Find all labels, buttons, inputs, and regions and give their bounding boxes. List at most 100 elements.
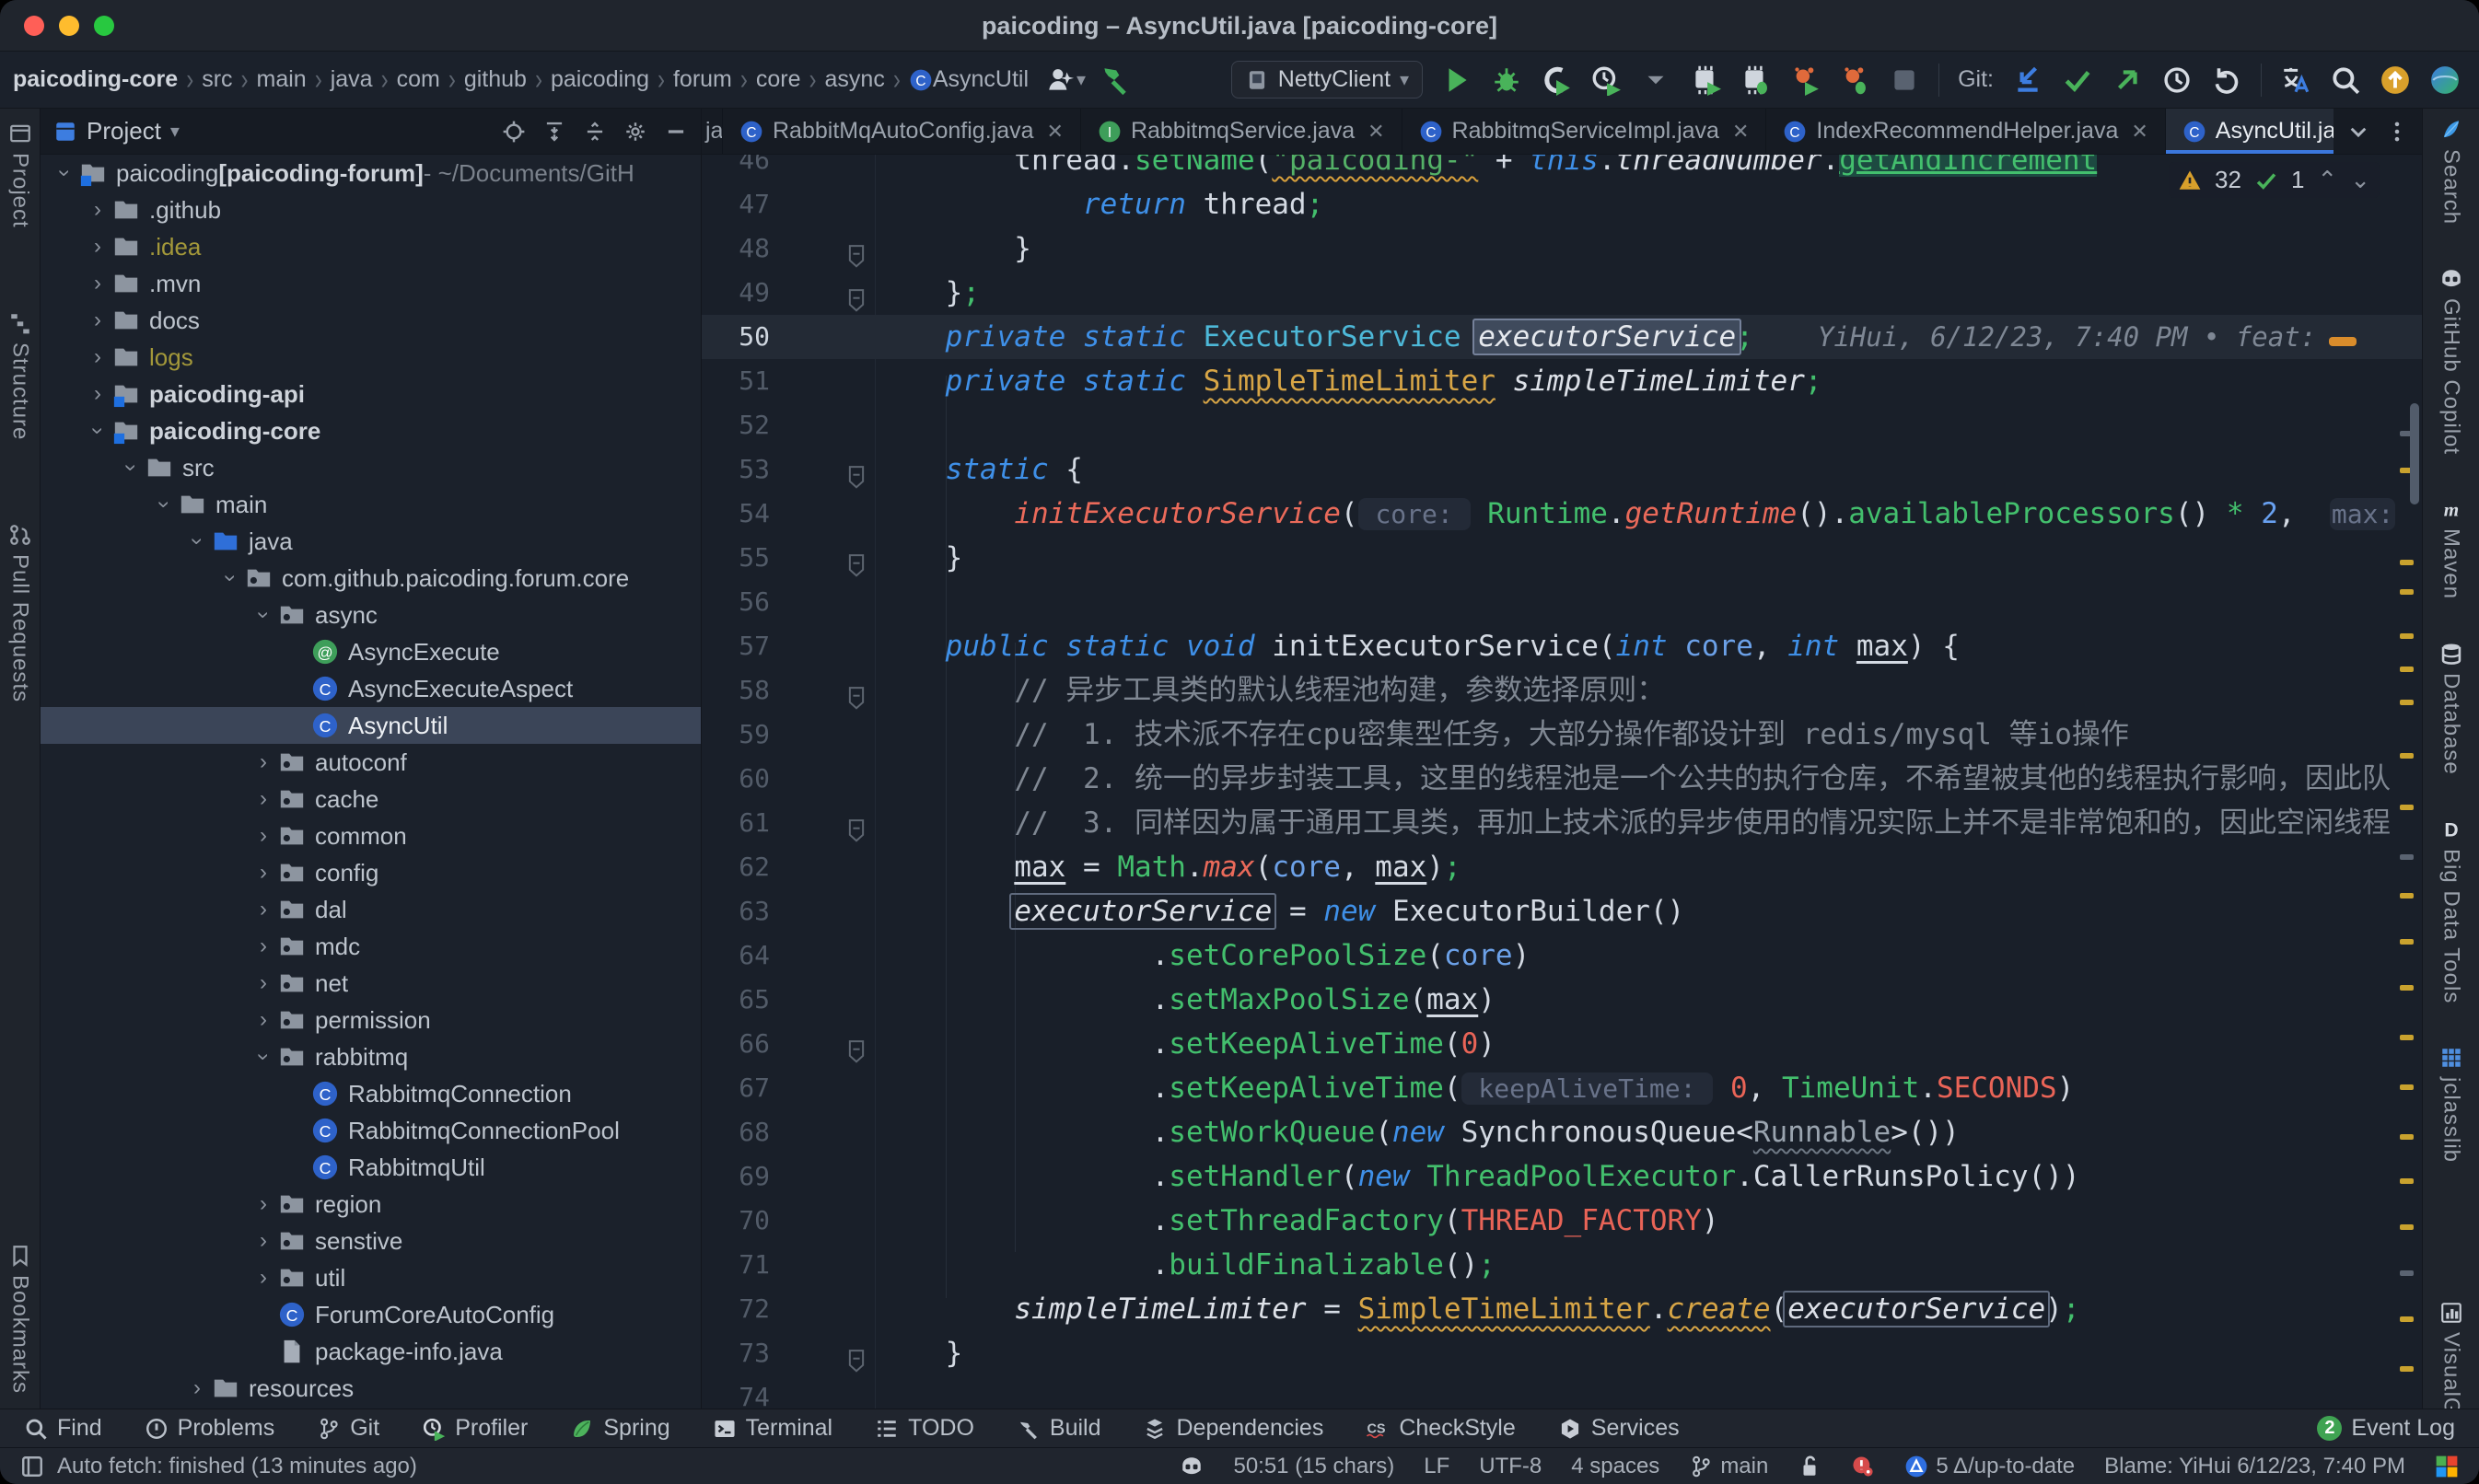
locate-icon[interactable] [502,120,526,144]
expand-all-icon[interactable] [542,120,566,144]
tree-row-paicoding-core[interactable]: ›paicoding-core [41,412,701,449]
next-problem-icon[interactable]: ⌄ [2350,166,2370,194]
code-line-73[interactable]: 73 } [702,1331,2422,1375]
breadcrumb-item[interactable]: AsyncUtil [933,66,1029,93]
git-branch-icon[interactable] [317,1417,341,1441]
tree-row-rabbitmqconnectionpool[interactable]: CRabbitmqConnectionPool [41,1112,701,1149]
code-line-51[interactable]: 51 private static SimpleTimeLimiter simp… [702,359,2422,403]
gutter-marker-icon[interactable] [847,678,866,702]
gutter-marker-icon[interactable] [847,237,866,261]
chevron-right-icon[interactable]: › [83,234,112,260]
tree-row-rabbitmq[interactable]: ›rabbitmq [41,1038,701,1075]
chevron-down-icon[interactable] [2346,120,2370,144]
chevron-right-icon[interactable]: › [83,344,112,370]
tab-close-icon[interactable]: ✕ [1368,120,1384,144]
code-line-56[interactable]: 56 [702,580,2422,624]
tree-row-dal[interactable]: ›dal [41,891,701,928]
chevron-right-icon[interactable]: › [249,897,278,922]
gutter-marker-icon[interactable] [847,546,866,570]
chevron-right-icon[interactable]: › [249,860,278,886]
code-line-47[interactable]: 47 return thread; [702,182,2422,226]
tree-row-senstive[interactable]: ›senstive [41,1223,701,1259]
code-line-50[interactable]: 50 private static ExecutorService execut… [702,315,2422,359]
sidebar-item-github-copilot[interactable]: GitHub Copilot [2438,267,2464,455]
collapse-all-icon[interactable] [583,120,607,144]
code-line-70[interactable]: 70 .setThreadFactory(THREAD_FACTORY) [702,1199,2422,1243]
code-editor[interactable]: 46 thread.setName("paicoding-" + this.th… [702,155,2422,1409]
breadcrumb-item[interactable]: java [331,66,373,93]
tree-row-util[interactable]: ›util [41,1259,701,1296]
bookmarks-icon[interactable] [8,1244,32,1268]
tree-row-src[interactable]: ›src [41,449,701,486]
sidebar-item-jclasslib[interactable]: jclasslib [2438,1046,2464,1163]
spring-leaf-icon[interactable] [570,1417,594,1441]
git-update-icon[interactable] [2012,64,2043,96]
chevron-down-icon[interactable]: › [184,527,210,556]
chevron-right-icon[interactable]: › [249,970,278,996]
tree-row-async[interactable]: ›async [41,597,701,633]
tab-rabbitmqserviceimpl-java[interactable]: CRabbitmqServiceImpl.java✕ [1402,109,1767,154]
profile-debug-icon[interactable] [1839,64,1870,96]
status-item-main[interactable]: main [1689,1454,1768,1479]
status-item-50-51[interactable]: 50:51 (15 chars) [1233,1454,1394,1479]
tree-row-logs[interactable]: ›logs [41,339,701,376]
dropdown-arrow-icon[interactable] [1640,64,1671,96]
gutter-marker-icon[interactable] [847,1032,866,1056]
hide-icon[interactable] [664,120,688,144]
code-line-71[interactable]: 71 .buildFinalizable(); [702,1243,2422,1287]
tree-row-forumcoreautoconfig[interactable]: CForumCoreAutoConfig [41,1296,701,1333]
code-line-48[interactable]: 48 } [702,226,2422,271]
code-line-58[interactable]: 58 // 异步工具类的默认线程池构建，参数选择原则： [702,668,2422,713]
profiler-icon[interactable] [1590,64,1622,96]
toolwindow-button-checkstyle[interactable]: CSCheckStyle [1366,1415,1515,1442]
profiler-icon[interactable] [422,1417,446,1441]
sidebar-item-search[interactable]: Search [2438,118,2464,225]
database-icon[interactable] [2439,642,2463,666]
code-line-46[interactable]: 46 thread.setName("paicoding-" + this.th… [702,155,2422,182]
toolwindow-button-git[interactable]: Git [317,1415,379,1442]
breadcrumb[interactable]: paicoding-core›src›main›java›com›github›… [0,66,1029,93]
interface-icon[interactable]: I [1098,120,1122,144]
chevron-down-icon[interactable]: › [217,563,243,593]
code-line-68[interactable]: 68 .setWorkQueue(new SynchronousQueue<Ru… [702,1110,2422,1154]
code-line-74[interactable]: 74 [702,1375,2422,1409]
more-kebab-icon[interactable] [2385,120,2409,144]
git-commit-icon[interactable] [2062,64,2093,96]
pull-requests-icon[interactable] [8,523,32,547]
tab-indexrecommendhelper-java[interactable]: CIndexRecommendHelper.java✕ [1766,109,2165,154]
tab-close-icon[interactable]: ✕ [1732,120,1749,144]
chevron-right-icon[interactable]: › [249,1191,278,1217]
tree-row-docs[interactable]: ›docs [41,302,701,339]
jclasslib-icon[interactable] [2439,1046,2463,1070]
code-line-49[interactable]: 49 }; [702,271,2422,315]
unlock-icon[interactable] [1798,1455,1821,1478]
tree-row-java[interactable]: ›java [41,523,701,560]
status-item-4[interactable]: 4 spaces [1571,1454,1659,1479]
chevron-down-icon[interactable]: › [85,416,111,446]
git-branch-icon[interactable] [1689,1455,1713,1478]
breadcrumb-item[interactable]: async [825,66,885,93]
chevron-right-icon[interactable]: › [249,933,278,959]
toolwindow-button-find[interactable]: Find [24,1415,102,1442]
project-tree-panel[interactable]: ›paicoding[paicoding-forum] - ~/Document… [41,155,702,1409]
run-configuration-selector[interactable]: NettyClient▾ [1231,61,1423,99]
status-item[interactable] [1851,1455,1875,1478]
terminal-icon[interactable] [713,1417,737,1441]
breadcrumb-item[interactable]: main [257,66,307,93]
structure-icon[interactable] [8,311,32,335]
attach-debug-icon[interactable] [1740,64,1771,96]
updates-icon[interactable] [2380,64,2411,96]
chevron-right-icon[interactable]: › [249,823,278,849]
chevron-right-icon[interactable]: › [249,1007,278,1033]
tree-row-common[interactable]: ›common [41,817,701,854]
inspections-widget[interactable]: 32 1 ⌃ ⌄ [2169,162,2380,198]
code-line-67[interactable]: 67 .setKeepAliveTime( keepAliveTime: 0, … [702,1066,2422,1110]
maven-icon[interactable]: m [2439,497,2463,521]
tree-row-net[interactable]: ›net [41,965,701,1002]
status-item-5[interactable]: 5 Δ/up-to-date [1904,1454,2075,1479]
copilot-icon[interactable] [2439,267,2463,291]
breadcrumb-item[interactable]: com [397,66,440,93]
chevron-right-icon[interactable]: › [83,381,112,407]
gutter-marker-icon[interactable] [847,1341,866,1365]
tab-asyncutil-java[interactable]: CAsyncUtil.java✕ [2166,109,2334,154]
